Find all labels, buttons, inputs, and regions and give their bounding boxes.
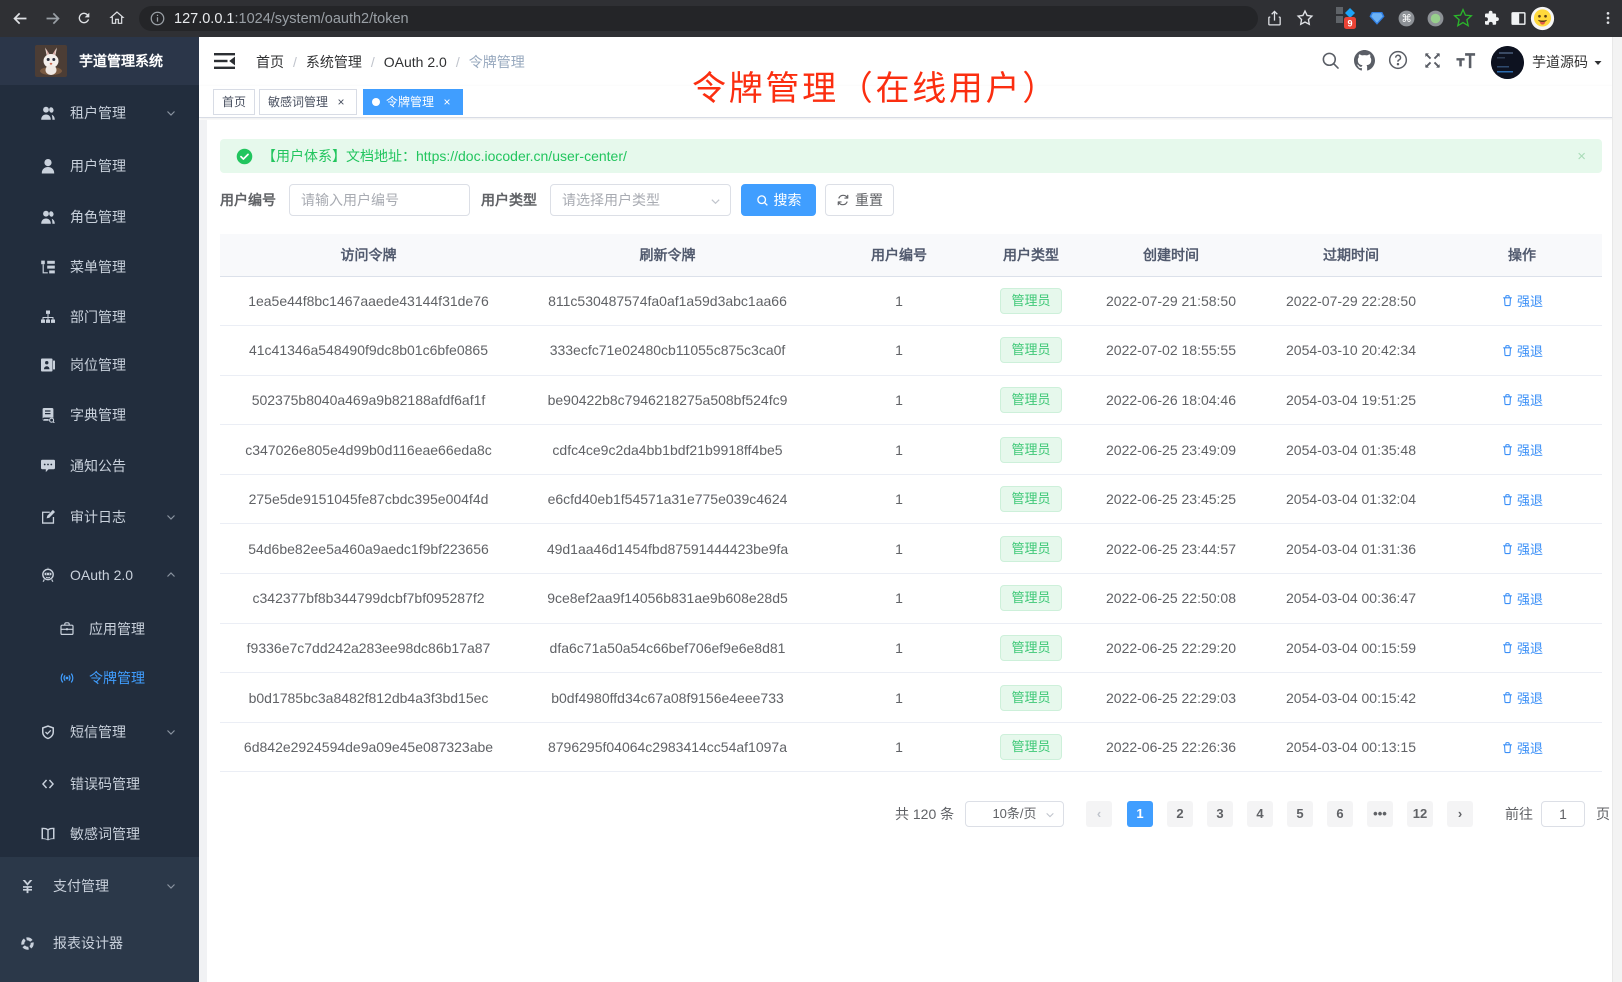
svg-text:⌘: ⌘: [1401, 14, 1411, 25]
svg-text:9: 9: [1347, 19, 1352, 29]
